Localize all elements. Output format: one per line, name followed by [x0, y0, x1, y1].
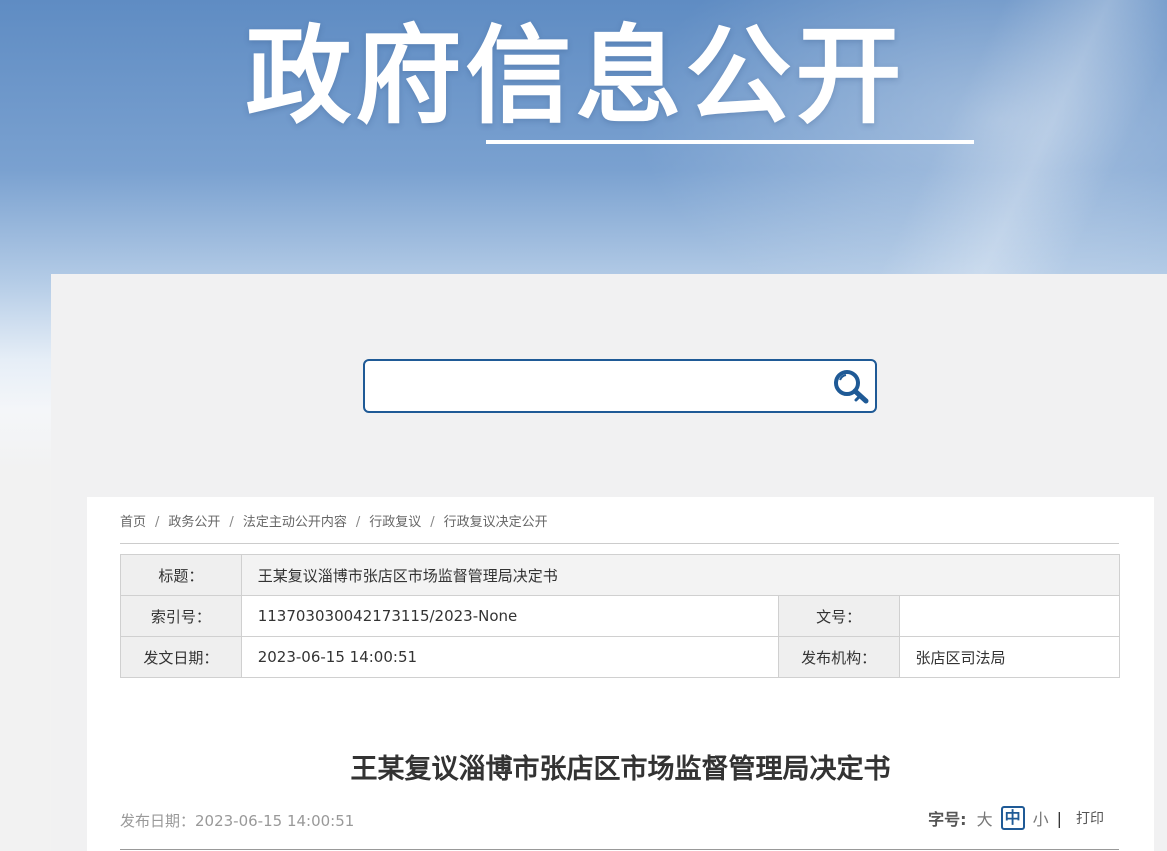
org-value: 张店区司法局 [898, 636, 1121, 678]
publish-date: 发布日期：2023-06-15 14:00:51 [120, 812, 355, 830]
font-size-small-button[interactable]: 小 [1033, 806, 1049, 830]
breadcrumb-review-decisions[interactable]: 行政复议决定公开 [444, 515, 548, 530]
date-value: 2023-06-15 14:00:51 [240, 636, 779, 678]
breadcrumb-separator: / [430, 515, 435, 530]
breadcrumb-separator: / [229, 515, 234, 530]
metadata-row-date: 发文日期： 2023-06-15 14:00:51 发布机构： 张店区司法局 [120, 636, 1121, 678]
breadcrumb-separator: / [155, 515, 160, 530]
page-banner-title: 政府信息公开 [0, 12, 1167, 142]
banner-title-text: 政府信息公开 [245, 15, 906, 138]
banner-underline [486, 140, 974, 144]
docno-value [898, 595, 1121, 637]
org-label: 发布机构： [777, 636, 900, 678]
font-size-medium-button[interactable]: 中 [1000, 806, 1025, 830]
index-label: 索引号： [120, 595, 242, 637]
title-value: 王某复议淄博市张店区市场监督管理局决定书 [240, 554, 1121, 596]
breadcrumb-statutory-disclosure[interactable]: 法定主动公开内容 [243, 515, 347, 530]
metadata-table: 标题： 王某复议淄博市张店区市场监督管理局决定书 索引号： 1137030300… [120, 554, 1121, 678]
breadcrumb-home[interactable]: 首页 [120, 515, 146, 530]
search-icon [834, 370, 869, 404]
breadcrumb: 首页 / 政务公开 / 法定主动公开内容 / 行政复议 / 行政复议决定公开 [120, 511, 548, 530]
metadata-row-index: 索引号： 113703030042173115/2023-None 文号： [120, 595, 1121, 637]
font-size-label: 字号: [928, 810, 967, 829]
search-input[interactable] [377, 369, 821, 405]
breadcrumb-government-affairs[interactable]: 政务公开 [168, 515, 220, 530]
article-divider [120, 849, 1119, 850]
search-button[interactable] [831, 367, 871, 405]
article-title: 王某复议淄博市张店区市场监督管理局决定书 [350, 754, 891, 785]
breadcrumb-separator: / [355, 515, 361, 530]
tools-divider: | [1056, 808, 1062, 828]
docno-label: 文号： [777, 595, 900, 637]
index-value: 113703030042173115/2023-None [240, 595, 779, 637]
breadcrumb-divider [120, 543, 1119, 544]
article-tools: 字号: 大 中 小 | 打印 [928, 806, 1104, 830]
metadata-row-title: 标题： 王某复议淄博市张店区市场监督管理局决定书 [120, 554, 1121, 596]
search-box [363, 359, 877, 413]
breadcrumb-administrative-review[interactable]: 行政复议 [369, 515, 421, 530]
title-label: 标题： [120, 554, 242, 596]
date-label: 发文日期： [120, 636, 242, 678]
content-area: 首页 / 政务公开 / 法定主动公开内容 / 行政复议 / 行政复议决定公开 标题： 王某复议淄… [87, 497, 1154, 851]
print-button[interactable]: 打印 [1076, 808, 1104, 828]
font-size-large-button[interactable]: 大 [977, 806, 993, 830]
